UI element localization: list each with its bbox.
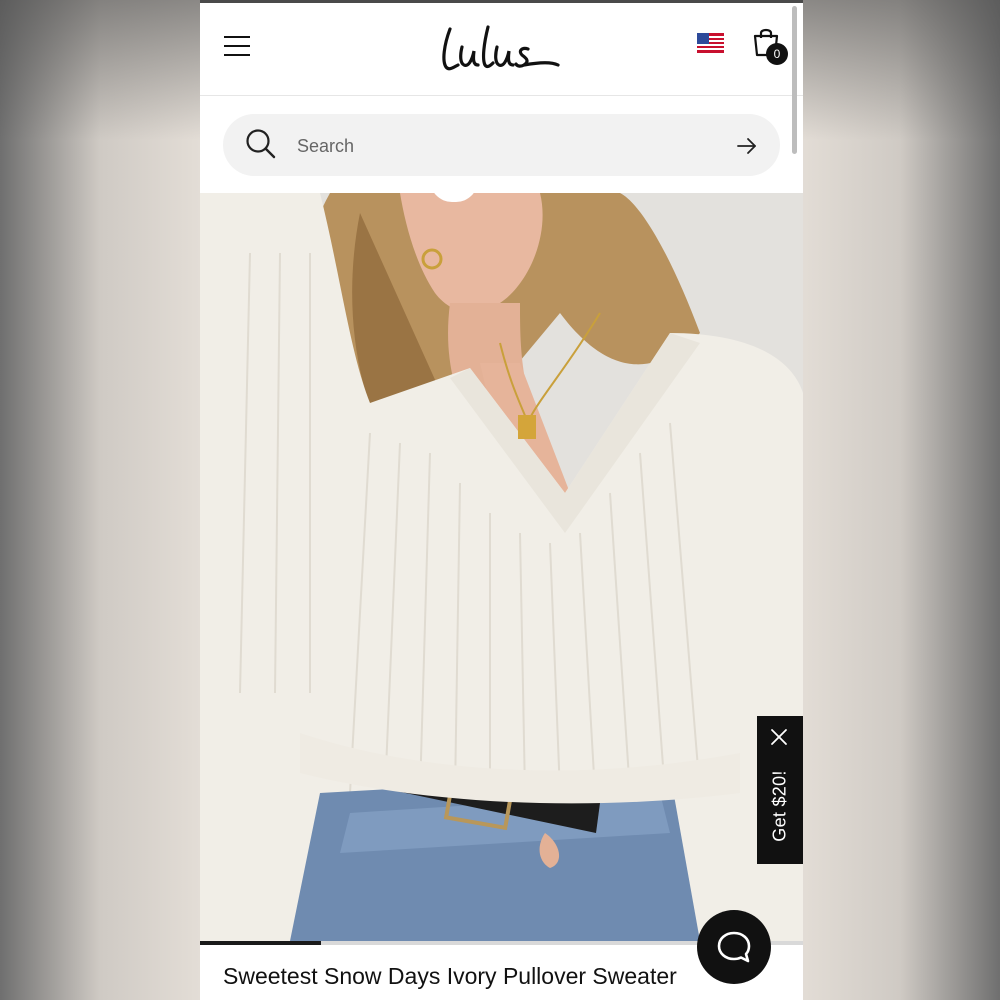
search-icon (246, 129, 276, 159)
search-bar[interactable] (223, 114, 780, 176)
site-header: 0 (200, 3, 803, 96)
arrow-right-icon[interactable] (735, 134, 759, 158)
hamburger-icon (224, 36, 250, 38)
chat-bubble-icon (717, 931, 751, 963)
logo-wordmark (442, 25, 560, 71)
close-icon[interactable] (770, 728, 788, 746)
us-flag-icon[interactable] (697, 33, 724, 53)
menu-button[interactable] (222, 33, 252, 59)
cart-count-badge: 0 (766, 43, 788, 65)
promo-label[interactable]: Get $20! (770, 770, 791, 841)
product-photo (200, 193, 803, 941)
page-scrollbar[interactable] (792, 6, 797, 154)
image-progress-fill (200, 941, 321, 945)
promo-tab[interactable]: Get $20! (757, 716, 803, 864)
search-input[interactable] (295, 129, 719, 163)
cart-button[interactable]: 0 (752, 27, 790, 65)
lulus-logo[interactable] (440, 21, 562, 75)
phone-screen: 0 Search Get $20! Sweetest Snow Days Ivo… (200, 0, 803, 1000)
product-title: Sweetest Snow Days Ivory Pullover Sweate… (223, 963, 677, 989)
product-image[interactable] (200, 193, 803, 941)
